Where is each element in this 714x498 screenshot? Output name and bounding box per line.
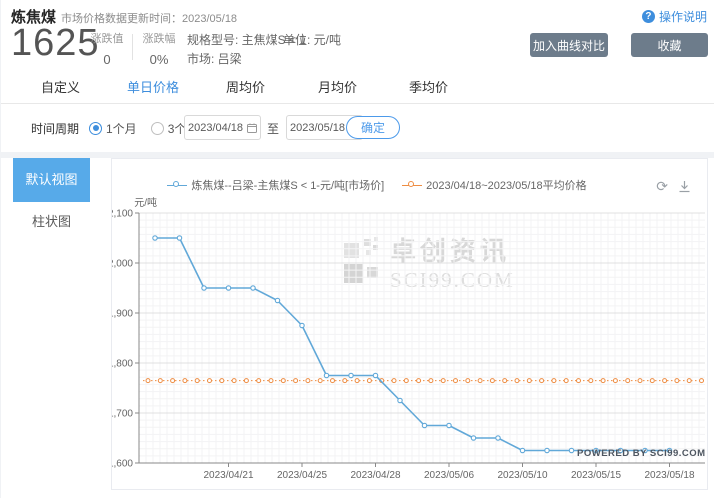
svg-text:2,100: 2,100 — [112, 209, 133, 220]
price-chart: 1,600 1,700 1,800 1,900 2,000 2,100元/吨 2023/04… — [112, 197, 707, 489]
powered-by-text: POWERED BY SCI99.COM — [577, 448, 706, 459]
svg-text:2,000: 2,000 — [112, 259, 133, 270]
line-marker-icon — [167, 181, 187, 190]
favorite-button[interactable]: 收藏 — [631, 33, 708, 57]
filter-bar: 时间周期 1个月 3个月 1年 2023/04/18 至 2023/05/18 … — [1, 104, 714, 152]
svg-text:2023/04/28: 2023/04/28 — [350, 470, 400, 481]
update-time: 数据更新时间：2023/05/18 — [105, 10, 237, 26]
confirm-button[interactable]: 确定 — [346, 116, 400, 139]
change-value-block: 涨跌值 0 — [87, 30, 127, 67]
help-label: 操作说明 — [659, 8, 707, 25]
svg-text:元/吨: 元/吨 — [134, 197, 157, 209]
legend-item-average[interactable]: 2023/04/18~2023/05/18平均价格 — [402, 177, 587, 193]
svg-text:2023/04/21: 2023/04/21 — [203, 470, 253, 481]
add-to-compare-button[interactable]: 加入曲线对比 — [530, 33, 608, 57]
radio-dot — [89, 122, 102, 135]
radio-1month[interactable]: 1个月 — [89, 120, 137, 137]
radio-dot — [151, 122, 164, 135]
help-link[interactable]: ? 操作说明 — [642, 8, 707, 25]
to-label: 至 — [267, 104, 279, 152]
tab-weekly-avg[interactable]: 周均价 — [226, 77, 265, 107]
svg-text:1,600: 1,600 — [112, 459, 133, 470]
chart-legend: 炼焦煤--吕梁-主焦煤S < 1-元/吨[市场价] 2023/04/18~202… — [112, 177, 642, 193]
chart-panel: 炼焦煤--吕梁-主焦煤S < 1-元/吨[市场价] 2023/04/18~202… — [111, 158, 708, 490]
question-icon: ? — [642, 10, 655, 23]
change-pct-block: 涨跌幅 0% — [139, 30, 179, 67]
tab-quarterly-avg[interactable]: 季均价 — [409, 77, 448, 107]
svg-text:1,900: 1,900 — [112, 309, 133, 320]
svg-text:1,700: 1,700 — [112, 409, 133, 420]
calendar-icon — [247, 123, 257, 133]
tab-monthly-avg[interactable]: 月均价 — [318, 77, 357, 107]
change-pct: 0% — [139, 52, 179, 67]
tab-bar: 自定义 单日价格 周均价 月均价 季均价 — [1, 68, 714, 104]
header: 炼焦煤 市场价格 数据更新时间：2023/05/18 ? 操作说明 1625 涨… — [1, 0, 714, 68]
svg-text:2023/04/25: 2023/04/25 — [277, 470, 327, 481]
chart-toolbar: ⟳ — [656, 179, 691, 193]
line-marker-icon — [402, 181, 422, 190]
svg-text:2023/05/10: 2023/05/10 — [497, 470, 547, 481]
sidebar-item-bar-chart[interactable]: 柱状图 — [13, 202, 90, 242]
refresh-icon[interactable]: ⟳ — [656, 179, 668, 193]
sidebar-item-default-view[interactable]: 默认视图 — [13, 158, 90, 202]
period-label: 时间周期 — [31, 104, 79, 152]
page: 炼焦煤 市场价格 数据更新时间：2023/05/18 ? 操作说明 1625 涨… — [0, 0, 714, 498]
svg-text:2023/05/15: 2023/05/15 — [571, 470, 621, 481]
start-date-input[interactable]: 2023/04/18 — [184, 115, 261, 140]
download-icon[interactable] — [678, 180, 691, 193]
unit-label: 单位: 元/吨 — [283, 31, 341, 48]
change-value: 0 — [87, 52, 127, 67]
svg-text:2023/05/06: 2023/05/06 — [424, 470, 474, 481]
change-value-label: 涨跌值 — [87, 30, 127, 46]
svg-text:2023/05/18: 2023/05/18 — [644, 470, 694, 481]
legend-item-price[interactable]: 炼焦煤--吕梁-主焦煤S < 1-元/吨[市场价] — [167, 177, 384, 193]
divider — [132, 34, 133, 60]
view-sidebar: 默认视图 柱状图 — [9, 158, 109, 498]
tab-custom[interactable]: 自定义 — [41, 77, 80, 107]
change-pct-label: 涨跌幅 — [139, 30, 179, 46]
market-label: 市场: 吕梁 — [187, 50, 306, 69]
svg-text:1,800: 1,800 — [112, 359, 133, 370]
